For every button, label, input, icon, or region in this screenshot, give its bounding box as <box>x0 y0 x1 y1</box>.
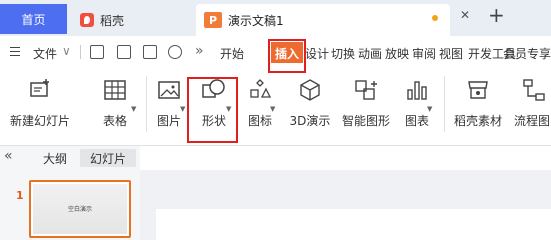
menu-slideshow[interactable]: 放映 <box>385 45 409 62</box>
smart-graphic-label: 智能图形 <box>341 114 390 128</box>
tab-outline-label: 大纲 <box>42 151 67 166</box>
table-button[interactable]: 表格 <box>97 78 133 129</box>
picture-icon <box>158 81 180 99</box>
tab-daoke[interactable]: 稻壳 <box>68 4 188 36</box>
collapse-pane-icon[interactable]: « <box>4 148 13 164</box>
menu-member[interactable]: 会员专享 <box>503 45 551 62</box>
tab-outline[interactable]: 大纲 <box>34 149 76 167</box>
export-icon[interactable] <box>117 45 131 59</box>
flowchart-icon <box>523 79 545 101</box>
tab-document-label: 演示文稿1 <box>228 13 284 28</box>
chart-label: 图表 <box>404 114 429 128</box>
slide-canvas[interactable] <box>156 209 551 240</box>
slide-number: 1 <box>16 189 24 202</box>
flowchart-label: 流程图 <box>514 114 551 128</box>
daoke-material-label: 稻壳素材 <box>453 114 502 128</box>
menu-view[interactable]: 视图 <box>439 45 463 62</box>
store-icon <box>468 81 488 99</box>
new-tab-button[interactable]: + <box>488 3 505 27</box>
divider <box>80 45 81 59</box>
unsaved-dot-icon <box>432 15 438 21</box>
annotation-box-shape <box>187 77 238 143</box>
flowchart-button[interactable]: 流程图 <box>514 78 551 129</box>
tab-home-label: 首页 <box>21 12 46 27</box>
file-dropdown-icon[interactable]: ∨ <box>62 44 71 58</box>
close-tab-icon[interactable]: ✕ <box>460 8 470 22</box>
save-icon[interactable] <box>90 45 104 59</box>
presentation-icon: P <box>204 12 222 28</box>
table-icon <box>104 80 126 100</box>
thumbnail-content: 空白演示 <box>33 184 127 234</box>
hamburger-icon[interactable] <box>10 47 20 56</box>
new-slide-icon <box>30 79 49 97</box>
divider <box>146 76 147 132</box>
icon-button[interactable]: 图标 <box>242 78 278 129</box>
menu-design[interactable]: 设计 <box>305 45 329 62</box>
chart-dropdown-icon[interactable]: ▼ <box>427 105 432 113</box>
menu-transition[interactable]: 切换 <box>331 45 355 62</box>
new-slide-button[interactable]: 新建幻灯片 <box>4 78 76 129</box>
more-icon[interactable]: » <box>195 43 204 59</box>
icon-label: 图标 <box>247 114 272 128</box>
menu-review[interactable]: 审阅 <box>412 45 436 62</box>
annotation-box-insert <box>268 39 306 73</box>
3d-button[interactable]: 3D演示 <box>289 78 331 129</box>
menu-file[interactable]: 文件 <box>33 45 57 62</box>
3d-label: 3D演示 <box>289 114 331 128</box>
cube-icon <box>300 79 320 101</box>
chart-icon <box>407 81 427 100</box>
thumbnail-title: 空白演示 <box>67 206 92 213</box>
menu-animation[interactable]: 动画 <box>358 45 382 62</box>
slide-thumbnail[interactable]: 空白演示 <box>29 180 131 238</box>
icon-library-icon <box>250 79 272 98</box>
print-icon[interactable] <box>143 45 157 59</box>
preview-icon[interactable] <box>168 45 182 59</box>
tab-home[interactable]: 首页 <box>0 4 67 34</box>
menu-start[interactable]: 开始 <box>220 45 244 62</box>
chart-button[interactable]: 图表 <box>399 78 435 129</box>
divider <box>444 76 445 132</box>
smart-graphic-button[interactable]: 智能图形 <box>340 78 392 129</box>
daoke-material-button[interactable]: 稻壳素材 <box>453 78 503 129</box>
table-dropdown-icon[interactable]: ▼ <box>131 105 136 113</box>
picture-dropdown-icon[interactable]: ▼ <box>180 105 185 113</box>
tab-slides[interactable]: 幻灯片 <box>80 149 136 167</box>
picture-label: 图片 <box>156 114 181 128</box>
tab-document[interactable]: P 演示文稿1 <box>196 4 450 36</box>
title-bar: 首页 稻壳 P 演示文稿1 ✕ + <box>0 0 551 36</box>
tab-daoke-label: 稻壳 <box>100 13 125 28</box>
new-slide-label: 新建幻灯片 <box>9 114 70 128</box>
smart-graphic-icon <box>355 80 377 100</box>
ribbon-toolbar: 新建幻灯片 表格 图片 形状 图标 3D演示 智能图形 图表 稻壳素材 流程图 <box>0 68 551 146</box>
daoke-icon <box>80 13 94 27</box>
icon-dropdown-icon[interactable]: ▼ <box>270 105 275 113</box>
table-label: 表格 <box>102 114 127 128</box>
picture-button[interactable]: 图片 <box>153 78 185 129</box>
tab-slides-label: 幻灯片 <box>89 151 126 166</box>
